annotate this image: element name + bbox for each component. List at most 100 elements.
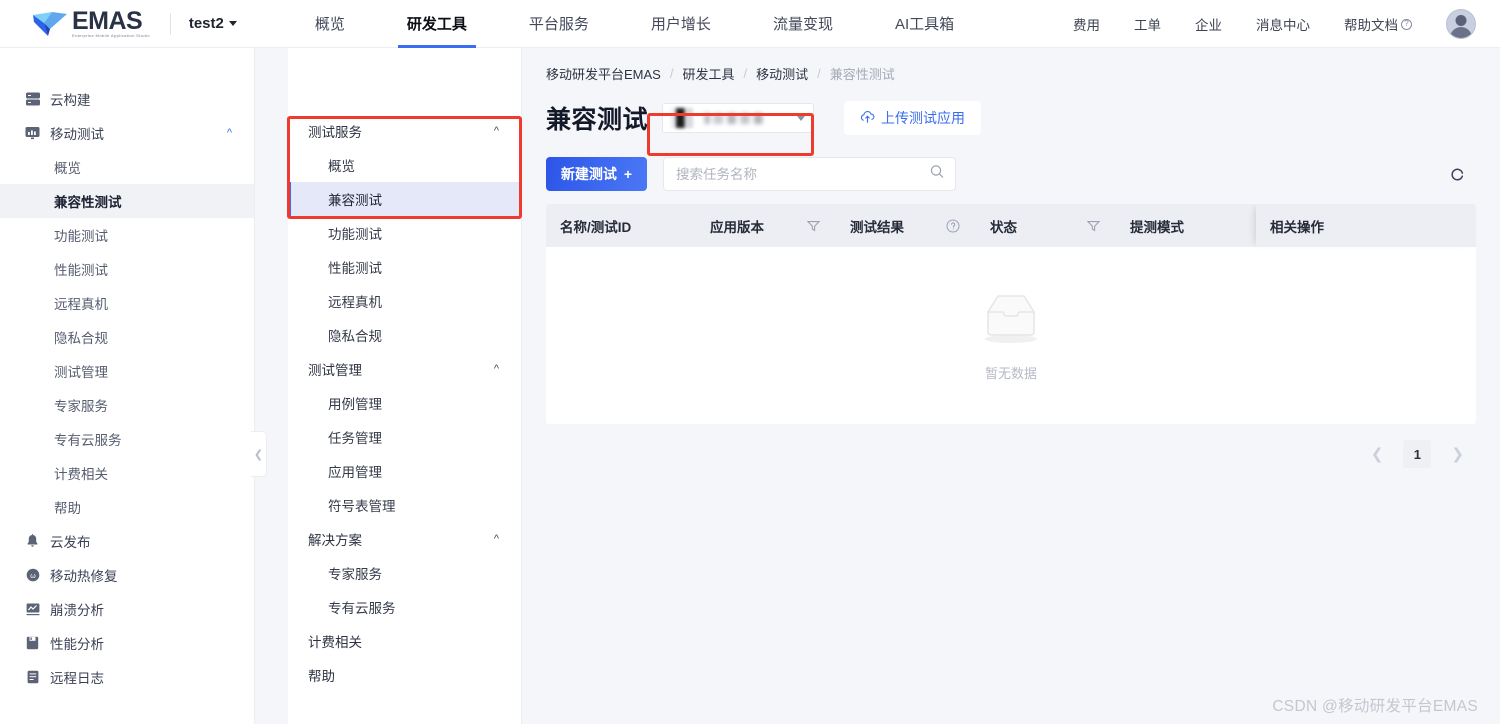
- column-header-submit-mode[interactable]: 提测模式: [1116, 204, 1256, 247]
- subnav-item-symbol-table-management[interactable]: 符号表管理: [288, 488, 521, 522]
- nav-item-traffic-monetization[interactable]: 流量变现: [773, 0, 833, 48]
- breadcrumb-item-current: 兼容性测试: [829, 66, 895, 82]
- sidebar-item-test-management[interactable]: 测试管理: [0, 354, 254, 388]
- question-circle-icon: ?: [1401, 18, 1412, 30]
- subnav-item-app-management[interactable]: 应用管理: [288, 454, 521, 488]
- column-label: 名称/测试ID: [560, 219, 632, 235]
- chevron-up-icon: ^: [493, 532, 499, 545]
- project-name: test2: [188, 15, 224, 32]
- nav-item-user-growth[interactable]: 用户增长: [651, 0, 711, 48]
- sidebar-item-private-cloud-service[interactable]: 专有云服务: [0, 422, 254, 456]
- subnav-group-solutions[interactable]: 解决方案 ^: [288, 522, 521, 556]
- tasks-table: 名称/测试ID 应用版本 测试结果 状态 提测模式 相关操作 暂无数据: [546, 204, 1476, 424]
- column-label: 应用版本: [710, 219, 764, 235]
- chevron-up-icon[interactable]: ^: [227, 127, 232, 139]
- nav-item-message-center[interactable]: 消息中心: [1256, 14, 1310, 34]
- breadcrumb-separator: /: [817, 65, 821, 81]
- page-header: 兼容测试 上传测试应用: [546, 94, 1476, 142]
- search-box[interactable]: [663, 157, 956, 191]
- sidebar-item-billing[interactable]: 计费相关: [0, 456, 254, 490]
- sidebar-item-label: 专有云服务: [54, 433, 122, 448]
- sidebar-item-mobile-hotfix[interactable]: ω 移动热修复: [0, 558, 254, 592]
- nav-item-overview[interactable]: 概览: [315, 0, 345, 48]
- chevron-left-icon[interactable]: ❮: [1365, 441, 1390, 467]
- question-circle-icon[interactable]: [946, 219, 960, 233]
- column-label: 状态: [990, 219, 1017, 235]
- sidebar-item-expert-service[interactable]: 专家服务: [0, 388, 254, 422]
- nav-item-billing[interactable]: 费用: [1073, 14, 1100, 34]
- subnav-item-expert-service[interactable]: 专家服务: [288, 556, 521, 590]
- app-selector-dropdown[interactable]: [662, 103, 815, 133]
- sidebar-item-overview[interactable]: 概览: [0, 150, 254, 184]
- subnav-item-help[interactable]: 帮助: [288, 658, 521, 692]
- column-header-actions[interactable]: 相关操作: [1256, 204, 1476, 247]
- column-header-name-id[interactable]: 名称/测试ID: [546, 204, 696, 247]
- subnav-group-test-service[interactable]: 测试服务 ^: [288, 114, 521, 148]
- sidebar-collapse-handle[interactable]: ❮: [251, 431, 267, 477]
- column-header-app-version[interactable]: 应用版本: [696, 204, 836, 247]
- column-header-test-result[interactable]: 测试结果: [836, 204, 976, 247]
- breadcrumb-item-dev-tools[interactable]: 研发工具: [682, 64, 734, 83]
- subnav-item-overview[interactable]: 概览: [288, 148, 521, 182]
- subnav-item-privacy-compliance[interactable]: 隐私合规: [288, 318, 521, 352]
- sidebar-item-remote-device[interactable]: 远程真机: [0, 286, 254, 320]
- breadcrumb: 移动研发平台EMAS / 研发工具 / 移动测试 / 兼容性测试: [546, 48, 1476, 90]
- sidebar-item-performance-test[interactable]: 性能测试: [0, 252, 254, 286]
- subnav-item-billing[interactable]: 计费相关: [288, 624, 521, 658]
- nav-item-help-docs[interactable]: 帮助文档 ?: [1344, 14, 1412, 34]
- nav-item-dev-tools[interactable]: 研发工具: [397, 0, 476, 48]
- page-number-1[interactable]: 1: [1403, 440, 1432, 468]
- sidebar-item-label: 性能测试: [54, 263, 108, 278]
- subnav-item-remote-device[interactable]: 远程真机: [288, 284, 521, 318]
- sidebar-item-mobile-test[interactable]: 移动测试 ^: [0, 116, 254, 150]
- chevron-right-icon[interactable]: ❯: [1445, 441, 1470, 467]
- sidebar-item-label: 概览: [54, 161, 81, 176]
- subnav-item-case-management[interactable]: 用例管理: [288, 386, 521, 420]
- new-test-button[interactable]: 新建测试 +: [546, 157, 647, 191]
- sidebar-item-label: 兼容性测试: [54, 195, 122, 210]
- nav-item-platform-services[interactable]: 平台服务: [529, 0, 589, 48]
- filter-icon[interactable]: [807, 220, 820, 232]
- nav-item-ai-toolbox[interactable]: AI工具箱: [895, 0, 954, 48]
- avatar[interactable]: [1446, 9, 1476, 39]
- subnav-group-test-management[interactable]: 测试管理 ^: [288, 352, 521, 386]
- sidebar-item-functional-test[interactable]: 功能测试: [0, 218, 254, 252]
- sidebar-item-compatibility-test[interactable]: 兼容性测试: [0, 184, 254, 218]
- upload-test-app-label: 上传测试应用: [881, 110, 966, 126]
- search-input[interactable]: [676, 158, 921, 190]
- breadcrumb-item-mobile-test[interactable]: 移动测试: [756, 64, 808, 83]
- upload-test-app-button[interactable]: 上传测试应用: [844, 101, 982, 135]
- filter-icon[interactable]: [1087, 220, 1100, 232]
- sidebar-item-cloud-release[interactable]: 云发布: [0, 524, 254, 558]
- subnav-item-label: 兼容测试: [328, 193, 382, 208]
- sidebar-item-help[interactable]: 帮助: [0, 490, 254, 524]
- subnav-item-task-management[interactable]: 任务管理: [288, 420, 521, 454]
- avatar-body: [1450, 27, 1472, 38]
- breadcrumb-item-platform[interactable]: 移动研发平台EMAS: [546, 64, 661, 83]
- plus-icon: +: [623, 166, 633, 182]
- column-label: 测试结果: [850, 219, 904, 235]
- chevron-up-icon: ^: [493, 124, 499, 137]
- gauge-icon: [25, 636, 40, 651]
- sidebar-item-privacy-compliance[interactable]: 隐私合规: [0, 320, 254, 354]
- column-header-status[interactable]: 状态: [976, 204, 1116, 247]
- sidebar-item-remote-log[interactable]: 远程日志: [0, 660, 254, 694]
- subnav-item-performance-test[interactable]: 性能测试: [288, 250, 521, 284]
- subnav-item-label: 应用管理: [328, 465, 382, 480]
- sidebar-item-cloud-build[interactable]: 云构建: [0, 82, 254, 116]
- sidebar-item-label: 计费相关: [54, 467, 108, 482]
- emas-logo[interactable]: EMAS Enterprise Mobile Application Studi…: [32, 8, 150, 39]
- nav-item-tickets[interactable]: 工单: [1134, 14, 1161, 34]
- subnav-item-private-cloud-service[interactable]: 专有云服务: [288, 590, 521, 624]
- subnav-item-compatibility-test[interactable]: 兼容测试: [288, 182, 521, 216]
- column-label: 相关操作: [1270, 219, 1324, 235]
- sidebar-item-label: 远程日志: [50, 671, 104, 686]
- search-icon: [930, 165, 944, 184]
- page-title: 兼容测试: [546, 106, 649, 134]
- refresh-button[interactable]: [1444, 161, 1470, 187]
- sidebar-item-crash-analysis[interactable]: 崩溃分析: [0, 592, 254, 626]
- subnav-item-functional-test[interactable]: 功能测试: [288, 216, 521, 250]
- sidebar-item-performance-analysis[interactable]: 性能分析: [0, 626, 254, 660]
- project-selector[interactable]: test2: [189, 15, 237, 32]
- nav-item-enterprise[interactable]: 企业: [1195, 14, 1222, 34]
